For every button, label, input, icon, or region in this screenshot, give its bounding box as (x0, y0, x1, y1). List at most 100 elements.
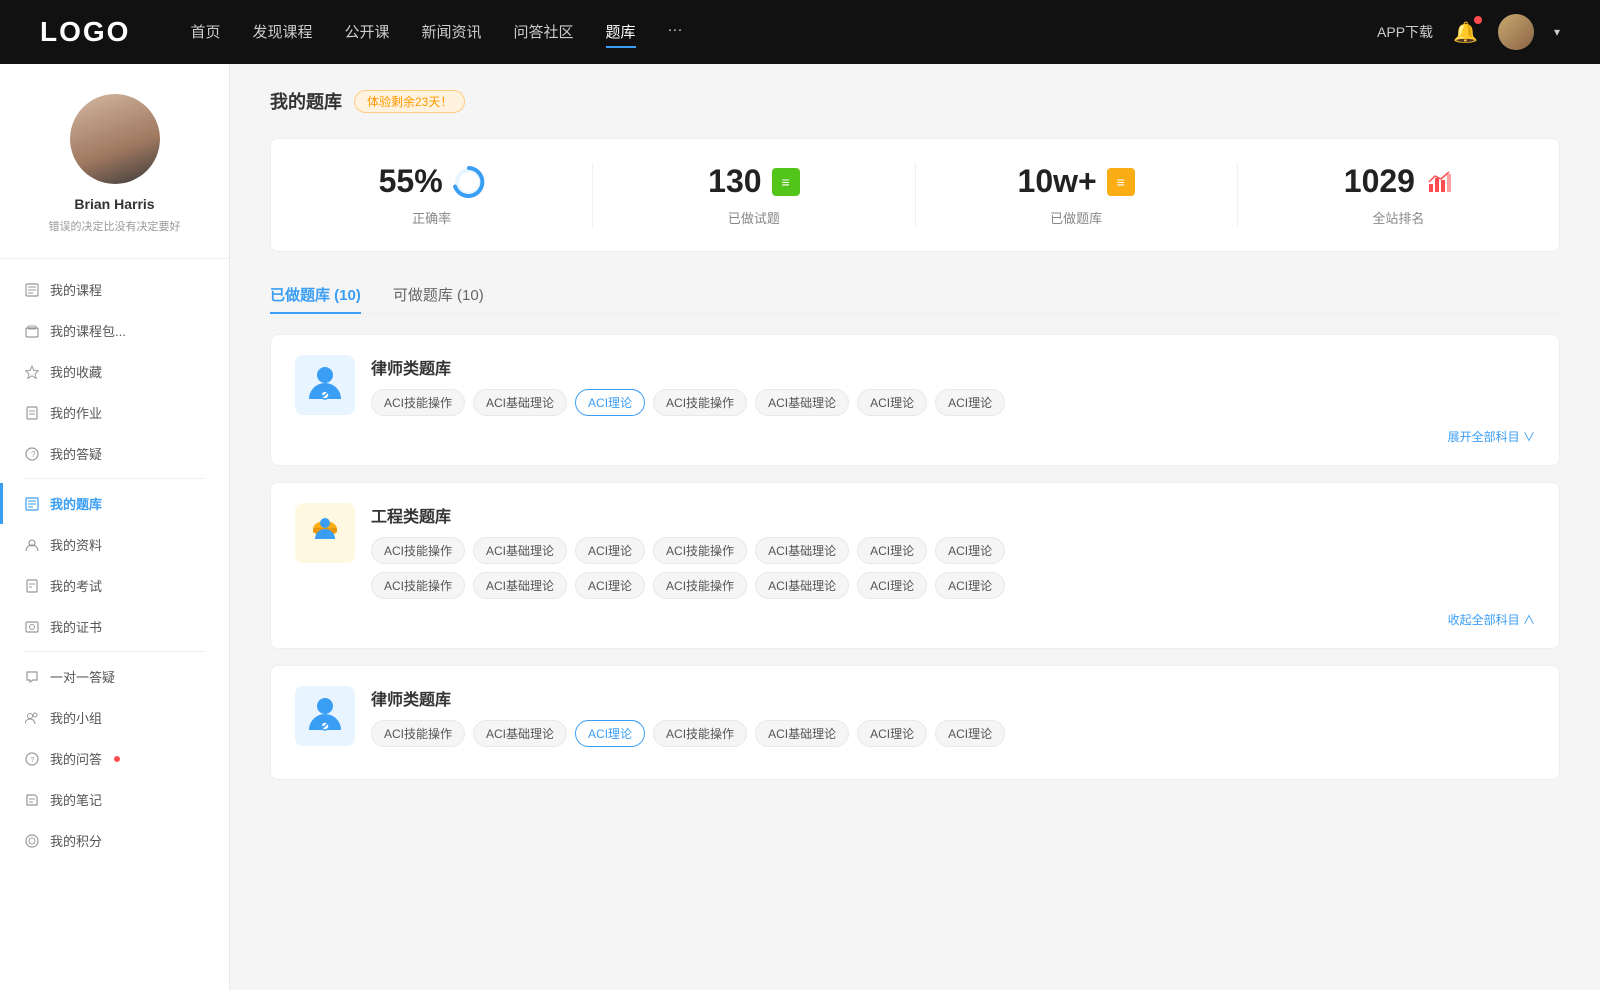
tag-item[interactable]: ACI技能操作 (371, 720, 465, 747)
tag-item[interactable]: ACI理论 (575, 572, 645, 599)
collapse-button[interactable]: 收起全部科目 ∧ (295, 611, 1535, 628)
stat-value-row: 130 ≡ (613, 163, 894, 200)
accuracy-value: 55% (379, 163, 443, 200)
qbank-icon (24, 496, 40, 512)
sidebar-item-label: 我的作业 (50, 403, 102, 422)
sidebar-item-label: 我的题库 (50, 494, 102, 513)
stat-value-row: 10w+ ≡ (936, 163, 1217, 200)
tag-item-active[interactable]: ACI理论 (575, 720, 645, 747)
nav-question-bank[interactable]: 题库 (606, 17, 636, 48)
tag-item[interactable]: ACI理论 (857, 389, 927, 416)
nav-more[interactable]: ··· (668, 17, 683, 48)
qb-avatar-lawyer (295, 355, 355, 415)
user-avatar[interactable] (1498, 14, 1534, 50)
tag-item[interactable]: ACI技能操作 (371, 572, 465, 599)
sidebar-item-label: 我的证书 (50, 617, 102, 636)
qb-title: 律师类题库 (371, 355, 1535, 379)
nav-discover[interactable]: 发现课程 (252, 17, 312, 48)
sidebar-item-label: 我的考试 (50, 576, 102, 595)
sidebar-item-label: 我的问答 (50, 749, 102, 768)
nav-news[interactable]: 新闻资讯 (422, 17, 482, 48)
sidebar-item-homework[interactable]: 我的作业 (0, 392, 229, 433)
stat-done-banks: 10w+ ≡ 已做题库 (916, 163, 1238, 227)
accuracy-label: 正确率 (291, 208, 572, 227)
qb-card-body: 律师类题库 ACI技能操作 ACI基础理论 ACI理论 ACI技能操作 ACI基… (371, 355, 1535, 416)
tag-item[interactable]: ACI技能操作 (653, 720, 747, 747)
nav-qa[interactable]: 问答社区 (514, 17, 574, 48)
sidebar-item-certificate[interactable]: 我的证书 (0, 606, 229, 647)
sidebar-item-favorites[interactable]: 我的收藏 (0, 351, 229, 392)
sidebar-item-my-course[interactable]: 我的课程 (0, 269, 229, 310)
qb-card-engineer: 工程类题库 ACI技能操作 ACI基础理论 ACI理论 ACI技能操作 ACI基… (270, 482, 1560, 649)
tag-item[interactable]: ACI理论 (857, 720, 927, 747)
sidebar-item-notes[interactable]: 我的笔记 (0, 779, 229, 820)
tag-item[interactable]: ACI技能操作 (653, 572, 747, 599)
nav-open-course[interactable]: 公开课 (344, 17, 389, 48)
qb-card-body: 律师类题库 ACI技能操作 ACI基础理论 ACI理论 ACI技能操作 ACI基… (371, 686, 1535, 747)
green-doc-icon: ≡ (772, 168, 800, 196)
sidebar-divider (24, 478, 205, 479)
navbar-right: APP下载 🔔 ▾ (1377, 14, 1560, 50)
app-download[interactable]: APP下载 (1377, 22, 1433, 42)
tab-done-banks[interactable]: 已做题库 (10) (270, 276, 361, 313)
tag-item[interactable]: ACI基础理论 (473, 572, 567, 599)
tag-item[interactable]: ACI理论 (857, 537, 927, 564)
tag-item[interactable]: ACI理论 (935, 389, 1005, 416)
tabs-row: 已做题库 (10) 可做题库 (10) (270, 276, 1560, 314)
sidebar-item-points[interactable]: 我的积分 (0, 820, 229, 861)
qb-card-header: 律师类题库 ACI技能操作 ACI基础理论 ACI理论 ACI技能操作 ACI基… (295, 686, 1535, 747)
tag-item-active[interactable]: ACI理论 (575, 389, 645, 416)
tag-item[interactable]: ACI基础理论 (473, 389, 567, 416)
tag-item[interactable]: ACI理论 (857, 572, 927, 599)
tag-item[interactable]: ACI理论 (935, 572, 1005, 599)
sidebar-item-group[interactable]: 我的小组 (0, 697, 229, 738)
tag-item[interactable]: ACI基础理论 (473, 537, 567, 564)
logo[interactable]: LOGO (40, 16, 130, 48)
qa-icon: ? (24, 751, 40, 767)
avatar-chevron-icon[interactable]: ▾ (1554, 25, 1560, 39)
sidebar-item-label: 我的答疑 (50, 444, 102, 463)
sidebar-item-questions[interactable]: ? 我的答疑 (0, 433, 229, 474)
tag-item[interactable]: ACI理论 (935, 537, 1005, 564)
done-questions-value: 130 (708, 163, 761, 200)
tag-item[interactable]: ACI技能操作 (653, 537, 747, 564)
sidebar-motto: 错误的决定比没有决定要好 (20, 218, 209, 234)
tag-item[interactable]: ACI技能操作 (371, 389, 465, 416)
tag-item[interactable]: ACI基础理论 (473, 720, 567, 747)
tab-available-banks[interactable]: 可做题库 (10) (393, 276, 484, 313)
qb-tags: ACI技能操作 ACI基础理论 ACI理论 ACI技能操作 ACI基础理论 AC… (371, 720, 1535, 747)
nav-home[interactable]: 首页 (190, 17, 220, 48)
tag-item[interactable]: ACI基础理论 (755, 537, 849, 564)
tag-item[interactable]: ACI技能操作 (653, 389, 747, 416)
sidebar-item-profile[interactable]: 我的资料 (0, 524, 229, 565)
sidebar-item-exam[interactable]: 我的考试 (0, 565, 229, 606)
ranking-label: 全站排名 (1258, 208, 1539, 227)
exam-icon (24, 578, 40, 594)
expand-button[interactable]: 展开全部科目 ∨ (295, 428, 1535, 445)
accuracy-pie-chart (453, 166, 485, 198)
profile-icon (24, 537, 40, 553)
sidebar-item-course-package[interactable]: 我的课程包... (0, 310, 229, 351)
notification-bell[interactable]: 🔔 (1453, 20, 1478, 45)
tag-item[interactable]: ACI理论 (935, 720, 1005, 747)
sidebar-item-one-on-one[interactable]: 一对一答疑 (0, 656, 229, 697)
tag-item[interactable]: ACI技能操作 (371, 537, 465, 564)
qb-tags-row2: ACI技能操作 ACI基础理论 ACI理论 ACI技能操作 ACI基础理论 AC… (371, 572, 1535, 599)
page-title: 我的题库 (270, 88, 342, 114)
tag-item[interactable]: ACI基础理论 (755, 572, 849, 599)
sidebar-item-question-bank[interactable]: 我的题库 (0, 483, 229, 524)
sidebar-item-my-qa[interactable]: ? 我的问答 (0, 738, 229, 779)
tag-item[interactable]: ACI基础理论 (755, 389, 849, 416)
qb-avatar-engineer (295, 503, 355, 563)
qb-tags-row1: ACI技能操作 ACI基础理论 ACI理论 ACI技能操作 ACI基础理论 AC… (371, 537, 1535, 564)
tag-item[interactable]: ACI理论 (575, 537, 645, 564)
page-header: 我的题库 体验剩余23天！ (270, 88, 1560, 114)
chart-icon (1425, 168, 1453, 196)
points-icon (24, 833, 40, 849)
sidebar-divider (24, 651, 205, 652)
tag-item[interactable]: ACI基础理论 (755, 720, 849, 747)
course-icon (24, 282, 40, 298)
qb-title: 工程类题库 (371, 503, 1535, 527)
nav-menu: 首页 发现课程 公开课 新闻资讯 问答社区 题库 ··· (190, 17, 1377, 48)
sidebar-item-label: 我的积分 (50, 831, 102, 850)
